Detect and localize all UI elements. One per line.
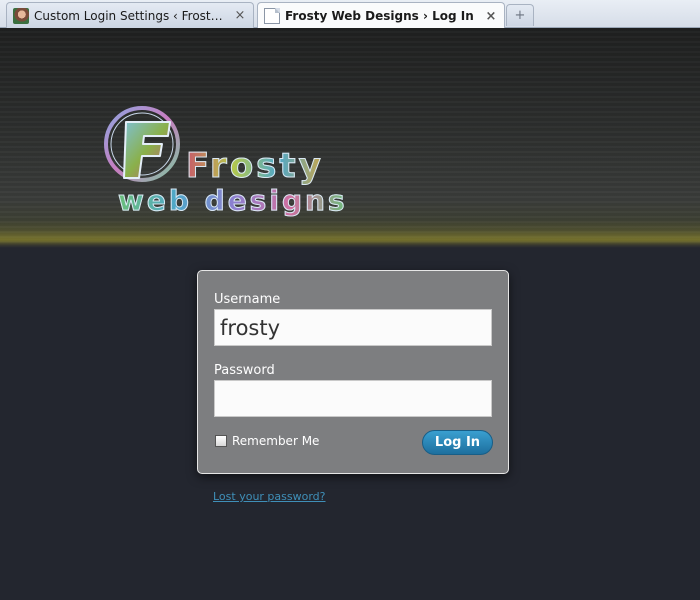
password-label: Password [214, 363, 275, 378]
close-icon[interactable]: × [484, 9, 498, 24]
remember-me-label: Remember Me [232, 434, 320, 448]
site-logo[interactable]: Frosty web designs [102, 106, 372, 218]
username-input[interactable] [214, 309, 492, 346]
avatar-favicon-icon [13, 7, 29, 24]
header-banner: Frosty web designs [0, 28, 700, 248]
logo-text-web-designs: web designs [118, 184, 348, 218]
logo-text-frosty: Frosty [186, 146, 324, 187]
remember-me-checkbox[interactable] [215, 435, 227, 447]
banner-glow [0, 220, 700, 248]
tab-custom-login-settings[interactable]: Custom Login Settings ‹ Frosty Web... × [6, 2, 254, 28]
password-input[interactable] [214, 380, 492, 417]
tab-log-in[interactable]: Frosty Web Designs › Log In × [257, 2, 505, 29]
close-icon[interactable]: × [233, 8, 247, 23]
page-favicon-icon [264, 8, 280, 24]
lost-password-link[interactable]: Lost your password? [213, 490, 326, 503]
remember-me-toggle[interactable]: Remember Me [215, 434, 319, 448]
username-label: Username [214, 292, 281, 307]
log-in-button[interactable]: Log In [422, 430, 493, 455]
new-tab-button[interactable]: + [506, 4, 534, 26]
browser-tab-strip: Custom Login Settings ‹ Frosty Web... × … [0, 0, 700, 29]
login-form: Username Password Remember Me Log In [197, 270, 509, 474]
tab-title: Frosty Web Designs › Log In [285, 9, 474, 23]
tab-title: Custom Login Settings ‹ Frosty Web... [34, 8, 229, 23]
